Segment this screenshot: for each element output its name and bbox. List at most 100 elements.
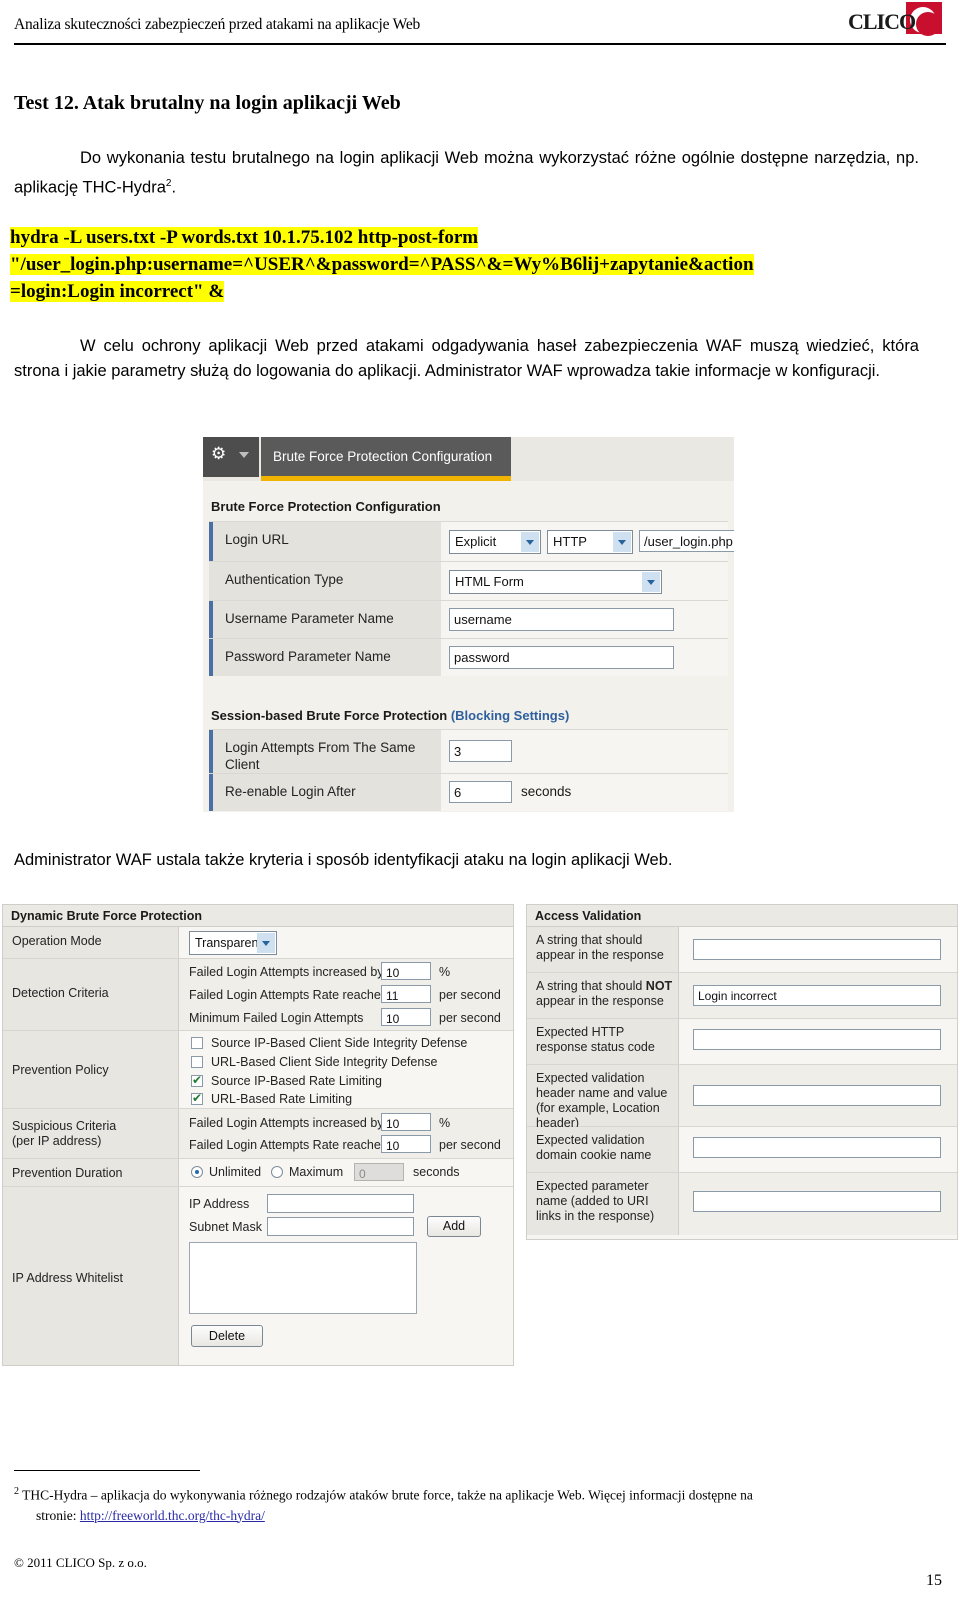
row-label-cell: Expected parameter name (added to URI li… bbox=[527, 1173, 679, 1235]
checkbox-url-client-side-integrity[interactable] bbox=[191, 1056, 203, 1068]
input-expected-validation-header[interactable] bbox=[693, 1085, 941, 1106]
input-duration-maximum-seconds[interactable]: 0 bbox=[354, 1163, 404, 1181]
row-label-cell: Re-enable Login After bbox=[209, 774, 441, 811]
label-part-pre: A string that should bbox=[536, 979, 646, 993]
checkbox-source-ip-rate-limiting[interactable] bbox=[191, 1073, 203, 1087]
brute-force-config-screenshot: ⚙ Brute Force Protection Configuration B… bbox=[203, 437, 734, 812]
unit-detection-rate-reached: per second bbox=[439, 988, 501, 1002]
row-value-cell: username bbox=[441, 601, 728, 638]
input-string-should-appear[interactable] bbox=[693, 939, 941, 960]
input-detection-rate-reached[interactable]: 11 bbox=[381, 985, 431, 1003]
row-prevention-duration: Prevention Duration Unlimited Maximum 0 … bbox=[3, 1159, 513, 1187]
row-label-cell: A string that should NOT appear in the r… bbox=[527, 973, 679, 1018]
chevron-down-icon bbox=[257, 933, 275, 953]
mid-paragraph: Administrator WAF ustala także kryteria … bbox=[14, 851, 673, 869]
select-login-url-protocol[interactable]: HTTP bbox=[547, 530, 633, 554]
access-validation-panel: Access Validation A string that should a… bbox=[526, 904, 958, 1240]
label-subnet-mask: Subnet Mask bbox=[189, 1220, 262, 1234]
label-part-not: NOT bbox=[645, 979, 673, 993]
input-reenable-login-after[interactable]: 6 bbox=[449, 781, 512, 803]
intro-text: Do wykonania testu brutalnego na login a… bbox=[14, 149, 919, 197]
label-string-should-appear: A string that should appear in the respo… bbox=[536, 933, 664, 962]
input-expected-validation-domain-cookie[interactable] bbox=[693, 1137, 941, 1158]
label-expected-validation-domain-cookie: Expected validation domain cookie name bbox=[536, 1133, 652, 1162]
label-url-rate-limiting: URL-Based Rate Limiting bbox=[211, 1092, 353, 1106]
tab-brute-force-protection-configuration[interactable]: Brute Force Protection Configuration bbox=[261, 437, 511, 477]
add-button[interactable]: Add bbox=[427, 1216, 481, 1237]
input-password-parameter-name[interactable]: password bbox=[449, 646, 674, 669]
row-label-cell: Authentication Type bbox=[209, 562, 441, 600]
row-expected-validation-header: Expected validation header name and valu… bbox=[527, 1065, 957, 1130]
label-duration-maximum: Maximum bbox=[289, 1165, 344, 1179]
unit-duration-seconds: seconds bbox=[413, 1165, 460, 1179]
label-suspicious-increased-by: Failed Login Attempts increased by bbox=[189, 1116, 384, 1130]
row-value-cell: HTML Form bbox=[441, 562, 728, 600]
label-failed-login-rate-reached: Failed Login Attempts Rate reached bbox=[189, 988, 388, 1002]
command-line-2: "/user_login.php:username=^USER^&passwor… bbox=[10, 254, 754, 275]
label-duration-unlimited: Unlimited bbox=[209, 1165, 262, 1179]
row-reenable-login-after: Re-enable Login After 6 seconds bbox=[209, 773, 728, 811]
input-login-attempts-same-client[interactable]: 3 bbox=[449, 740, 512, 762]
checkbox-source-ip-client-side-integrity[interactable] bbox=[191, 1037, 203, 1049]
input-suspicious-rate-reached[interactable]: 10 bbox=[381, 1135, 431, 1153]
input-subnet-mask[interactable] bbox=[267, 1217, 414, 1236]
input-detection-increased-by[interactable]: 10 bbox=[381, 962, 431, 980]
row-label-cell: Suspicious Criteria (per IP address) bbox=[3, 1109, 179, 1158]
row-label-cell: Login Attempts From The Same Client bbox=[209, 730, 441, 773]
page-title: Test 12. Atak brutalny na login aplikacj… bbox=[14, 92, 401, 114]
label-prevention-duration: Prevention Duration bbox=[12, 1166, 123, 1180]
select-operation-mode-value: Transparent bbox=[195, 936, 262, 950]
row-value-cell bbox=[679, 1019, 957, 1064]
label-username-parameter-name: Username Parameter Name bbox=[225, 611, 394, 626]
label-failed-login-increased-by: Failed Login Attempts increased by bbox=[189, 965, 384, 979]
row-login-url: Login URL Explicit HTTP /user_login.php bbox=[209, 521, 734, 561]
section-header-session-based: Session-based Brute Force Protection (Bl… bbox=[211, 708, 569, 723]
select-login-url-mode[interactable]: Explicit bbox=[449, 530, 541, 554]
footnote-divider bbox=[14, 1470, 200, 1471]
radio-duration-unlimited[interactable] bbox=[191, 1166, 203, 1178]
tab-bar: ⚙ Brute Force Protection Configuration bbox=[203, 437, 734, 481]
session-section-title: Session-based Brute Force Protection bbox=[211, 708, 451, 723]
command-line-3: =login:Login incorrect" & bbox=[10, 281, 225, 302]
input-expected-http-status[interactable] bbox=[693, 1029, 941, 1050]
input-string-should-not-appear[interactable]: Login incorrect bbox=[693, 985, 941, 1006]
select-operation-mode[interactable]: Transparent bbox=[189, 931, 277, 955]
row-label-cell: Expected validation header name and valu… bbox=[527, 1065, 679, 1130]
input-suspicious-increased-by[interactable]: 10 bbox=[381, 1113, 431, 1131]
row-label-cell: Password Parameter Name bbox=[209, 639, 441, 676]
checkbox-url-rate-limiting[interactable] bbox=[191, 1091, 203, 1105]
row-label-cell: Operation Mode bbox=[3, 927, 179, 958]
intro-tail: . bbox=[171, 178, 177, 197]
input-login-url[interactable]: /user_login.php bbox=[639, 530, 734, 552]
footnote-link[interactable]: http://freeworld.thc.org/thc-hydra/ bbox=[80, 1508, 265, 1523]
select-authentication-type[interactable]: HTML Form bbox=[449, 570, 662, 594]
label-string-should-not-appear: A string that should NOT appear in the r… bbox=[536, 979, 674, 1009]
input-expected-parameter-name[interactable] bbox=[693, 1191, 941, 1212]
label-minimum-failed-login-attempts: Minimum Failed Login Attempts bbox=[189, 1011, 364, 1025]
row-value-cell bbox=[679, 1127, 957, 1172]
label-ip-address-whitelist: IP Address Whitelist bbox=[12, 1271, 123, 1285]
row-label-cell: Expected HTTP response status code bbox=[527, 1019, 679, 1064]
label-login-url: Login URL bbox=[225, 532, 289, 547]
intro-paragraph: Do wykonania testu brutalnego na login a… bbox=[14, 146, 919, 201]
row-string-should-not-appear: A string that should NOT appear in the r… bbox=[527, 973, 957, 1019]
label-url-client-side-integrity: URL-Based Client Side Integrity Defense bbox=[211, 1055, 438, 1069]
input-username-parameter-name[interactable]: username bbox=[449, 608, 674, 631]
tab-active-underline bbox=[261, 476, 511, 481]
gear-menu-button[interactable]: ⚙ bbox=[203, 437, 259, 477]
row-label-cell: A string that should appear in the respo… bbox=[527, 927, 679, 972]
delete-button[interactable]: Delete bbox=[191, 1325, 263, 1347]
whitelist-listbox[interactable] bbox=[189, 1242, 417, 1314]
label-expected-parameter-name: Expected parameter name (added to URI li… bbox=[536, 1179, 655, 1223]
blocking-settings-link[interactable]: (Blocking Settings) bbox=[451, 708, 569, 723]
label-suspicious-criteria-line1: Suspicious Criteria bbox=[12, 1119, 117, 1133]
chevron-down-icon bbox=[239, 452, 249, 458]
row-operation-mode: Operation Mode Transparent bbox=[3, 927, 513, 959]
input-minimum-failed-login-attempts[interactable]: 10 bbox=[381, 1008, 431, 1026]
row-label-cell: IP Address Whitelist bbox=[3, 1187, 179, 1365]
radio-duration-maximum[interactable] bbox=[271, 1166, 283, 1178]
row-value-cell: Failed Login Attempts increased by 10 % … bbox=[179, 959, 513, 1030]
input-ip-address[interactable] bbox=[267, 1194, 414, 1213]
unit-detection-increased-by: % bbox=[439, 965, 451, 979]
label-suspicious-rate-reached: Failed Login Attempts Rate reached bbox=[189, 1138, 388, 1152]
